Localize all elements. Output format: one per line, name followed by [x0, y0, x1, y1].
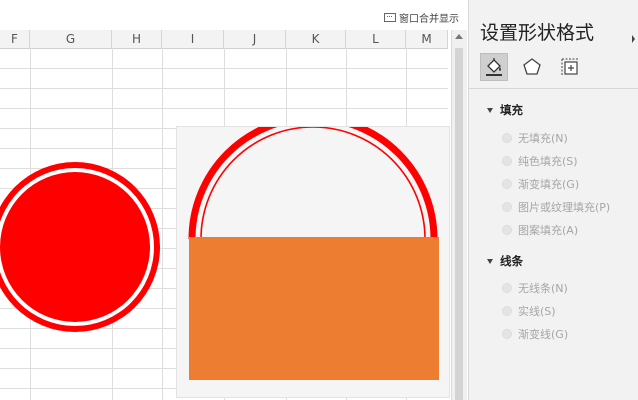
scroll-up-arrow-icon[interactable]: [455, 34, 463, 39]
line-section-header[interactable]: 线条: [487, 253, 523, 269]
format-shape-pane: 设置形状格式 填充 无填充(N) 纯色填充(S) 渐变填充(G) 图片或纹理填充…: [468, 0, 638, 400]
radio-no-line[interactable]: [502, 283, 512, 293]
option-pattern-fill[interactable]: 图案填充(A): [502, 222, 578, 238]
option-label: 实线(S): [518, 305, 556, 318]
effects-pentagon-icon: [523, 58, 541, 75]
column-header-h[interactable]: H: [112, 30, 162, 48]
fill-section-header[interactable]: 填充: [487, 102, 523, 118]
radio-gradient-fill[interactable]: [502, 179, 512, 189]
fill-line-icon: [486, 58, 502, 76]
radio-picture-texture-fill[interactable]: [502, 202, 512, 212]
arch-and-box-shape[interactable]: [177, 127, 449, 397]
radio-no-fill[interactable]: [502, 133, 512, 143]
option-label: 图案填充(A): [518, 224, 579, 237]
option-label: 纯色填充(S): [518, 155, 578, 168]
red-circle-shape[interactable]: [0, 160, 162, 334]
column-header-k[interactable]: K: [286, 30, 346, 48]
pane-tab-bar: [480, 53, 584, 81]
pane-title: 设置形状格式: [480, 22, 595, 44]
column-header-i[interactable]: I: [162, 30, 224, 48]
window-merge-icon: [384, 13, 396, 22]
option-no-fill[interactable]: 无填充(N): [502, 130, 568, 146]
collapse-triangle-icon: [487, 258, 493, 264]
collapse-triangle-icon: [487, 107, 493, 113]
shape-canvas[interactable]: [176, 126, 450, 398]
option-picture-texture-fill[interactable]: 图片或纹理填充(P): [502, 199, 610, 215]
column-header-g[interactable]: G: [30, 30, 112, 48]
option-label: 无线条(N): [518, 282, 568, 295]
mouse-cursor-icon: [632, 35, 635, 43]
merge-window-label: 窗口合并显示: [399, 14, 459, 25]
option-solid-fill[interactable]: 纯色填充(S): [502, 153, 578, 169]
option-label: 渐变填充(G): [518, 178, 580, 191]
orange-rectangle[interactable]: [189, 237, 439, 380]
size-properties-icon: [561, 58, 578, 75]
column-header-m[interactable]: M: [406, 30, 448, 48]
radio-solid-fill[interactable]: [502, 156, 512, 166]
radio-gradient-line[interactable]: [502, 329, 512, 339]
option-no-line[interactable]: 无线条(N): [502, 280, 568, 296]
radio-pattern-fill[interactable]: [502, 225, 512, 235]
radio-solid-line[interactable]: [502, 306, 512, 316]
option-label: 无填充(N): [518, 132, 568, 145]
column-header-row: F G H I J K L M: [0, 30, 448, 49]
pane-separator: [469, 88, 638, 89]
option-gradient-line[interactable]: 渐变线(G): [502, 326, 568, 342]
merge-window-button[interactable]: 窗口合并显示: [384, 10, 459, 25]
option-gradient-fill[interactable]: 渐变填充(G): [502, 176, 579, 192]
option-label: 图片或纹理填充(P): [518, 201, 611, 214]
option-solid-line[interactable]: 实线(S): [502, 303, 556, 319]
spreadsheet-area[interactable]: 窗口合并显示 F G H I J K L M: [0, 0, 467, 400]
tab-effects[interactable]: [518, 53, 546, 81]
tab-fill-line[interactable]: [480, 53, 508, 81]
line-section-label: 线条: [500, 254, 523, 268]
sheet-top-strip: 窗口合并显示: [0, 0, 467, 30]
tab-size-properties[interactable]: [556, 53, 584, 81]
column-header-f[interactable]: F: [0, 30, 30, 48]
option-label: 渐变线(G): [518, 328, 569, 341]
column-header-j[interactable]: J: [224, 30, 286, 48]
scrollbar-thumb[interactable]: [455, 48, 463, 400]
column-header-l[interactable]: L: [346, 30, 406, 48]
fill-section-label: 填充: [500, 103, 523, 117]
vertical-scrollbar[interactable]: [451, 30, 467, 400]
